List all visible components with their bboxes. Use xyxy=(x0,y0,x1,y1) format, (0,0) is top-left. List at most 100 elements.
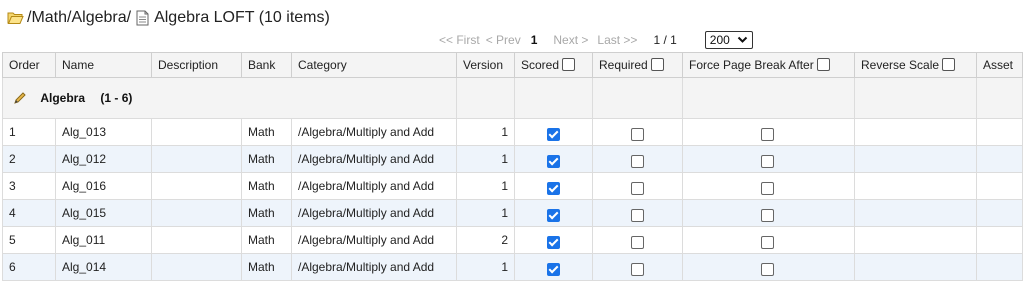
required-checkbox[interactable] xyxy=(631,128,644,142)
group-label: Algebra xyxy=(40,91,86,105)
pencil-edit-icon[interactable] xyxy=(13,91,27,105)
asset-cell xyxy=(976,172,1023,200)
pager-prev-link[interactable]: < Prev xyxy=(486,33,521,47)
name-cell[interactable]: Alg_016 xyxy=(55,172,152,200)
column-header-order[interactable]: Order xyxy=(2,52,56,78)
force-page-break-cell xyxy=(682,253,855,281)
description-cell xyxy=(151,199,242,227)
reverse-scale-cell xyxy=(854,199,977,227)
required-checkbox[interactable] xyxy=(631,182,644,196)
required-cell xyxy=(592,118,683,146)
scored-cell xyxy=(514,226,593,254)
required-cell xyxy=(592,253,683,281)
scored-checkbox[interactable] xyxy=(547,128,560,142)
group-range: (1 - 6) xyxy=(100,91,133,105)
document-icon xyxy=(136,10,149,26)
version-cell: 2 xyxy=(456,226,515,254)
reverse-scale-all-checkbox[interactable] xyxy=(942,58,956,71)
name-cell[interactable]: Alg_015 xyxy=(55,199,152,227)
scored-cell xyxy=(514,118,593,146)
scored-checkbox[interactable] xyxy=(547,182,560,196)
scored-checkbox[interactable] xyxy=(547,209,560,223)
table-row[interactable]: 3 Alg_016 Math/Algebra/Multiply and Add 1 xyxy=(2,172,1023,200)
force-page-break-checkbox[interactable] xyxy=(761,236,774,250)
force-page-break-all-checkbox[interactable] xyxy=(816,58,830,71)
table-row[interactable]: 1 Alg_013 Math/Algebra/Multiply and Add 1 xyxy=(2,118,1023,146)
table-row[interactable]: 2 Alg_012 Math/Algebra/Multiply and Add 1 xyxy=(2,145,1023,173)
group-row: Algebra (1 - 6) xyxy=(2,77,1023,119)
pager-current-page: 1 xyxy=(530,33,538,47)
column-header-name[interactable]: Name xyxy=(55,52,152,78)
required-checkbox[interactable] xyxy=(631,263,644,277)
category-cell: /Algebra/Multiply and Add xyxy=(291,253,457,281)
version-cell: 1 xyxy=(456,145,515,173)
force-page-break-checkbox[interactable] xyxy=(761,182,774,196)
scored-cell xyxy=(514,199,593,227)
description-cell xyxy=(151,118,242,146)
page-size-select[interactable]: 200 xyxy=(704,31,753,49)
breadcrumb-path[interactable]: /Math/Algebra/ xyxy=(27,9,131,27)
folder-open-icon[interactable] xyxy=(7,11,24,25)
column-header-bank[interactable]: Bank xyxy=(241,52,292,78)
group-cell-empty xyxy=(592,77,683,119)
scored-all-checkbox[interactable] xyxy=(562,58,576,71)
group-cell-empty xyxy=(976,77,1023,119)
column-header-version[interactable]: Version xyxy=(456,52,515,78)
reverse-scale-cell xyxy=(854,253,977,281)
required-cell xyxy=(592,172,683,200)
column-header-asset[interactable]: Asset xyxy=(976,52,1023,78)
table-row[interactable]: 5 Alg_011 Math/Algebra/Multiply and Add 2 xyxy=(2,226,1023,254)
asset-cell xyxy=(976,118,1023,146)
required-checkbox[interactable] xyxy=(631,209,644,223)
bank-cell: Math xyxy=(241,226,292,254)
pager-first-link[interactable]: << First xyxy=(439,33,480,47)
force-page-break-cell xyxy=(682,226,855,254)
scored-checkbox[interactable] xyxy=(547,155,560,169)
name-cell[interactable]: Alg_013 xyxy=(55,118,152,146)
column-header-reverse-scale-label: Reverse Scale xyxy=(861,58,940,72)
required-all-checkbox[interactable] xyxy=(650,58,664,71)
force-page-break-checkbox[interactable] xyxy=(761,155,774,169)
pager-page-count: 1 / 1 xyxy=(653,33,677,47)
scored-checkbox[interactable] xyxy=(547,263,560,277)
column-header-description[interactable]: Description xyxy=(151,52,242,78)
force-page-break-checkbox[interactable] xyxy=(761,209,774,223)
required-checkbox[interactable] xyxy=(631,155,644,169)
description-cell xyxy=(151,145,242,173)
required-cell xyxy=(592,199,683,227)
name-cell[interactable]: Alg_011 xyxy=(55,226,152,254)
version-cell: 1 xyxy=(456,172,515,200)
force-page-break-checkbox[interactable] xyxy=(761,263,774,277)
bank-cell: Math xyxy=(241,172,292,200)
scored-checkbox[interactable] xyxy=(547,236,560,250)
column-header-required: Required xyxy=(592,52,683,78)
table-row[interactable]: 4 Alg_015 Math/Algebra/Multiply and Add 1 xyxy=(2,199,1023,227)
reverse-scale-cell xyxy=(854,172,977,200)
description-cell xyxy=(151,253,242,281)
asset-cell xyxy=(976,145,1023,173)
asset-cell xyxy=(976,226,1023,254)
name-cell[interactable]: Alg_014 xyxy=(55,253,152,281)
group-cell-empty xyxy=(682,77,855,119)
column-header-category[interactable]: Category xyxy=(291,52,457,78)
name-cell[interactable]: Alg_012 xyxy=(55,145,152,173)
pager-last-link[interactable]: Last >> xyxy=(597,33,637,47)
column-header-force-page-break-label: Force Page Break After xyxy=(689,58,814,72)
required-checkbox[interactable] xyxy=(631,236,644,250)
version-cell: 1 xyxy=(456,253,515,281)
pager-next-link[interactable]: Next > xyxy=(553,33,588,47)
group-cell-empty xyxy=(854,77,977,119)
page-title: Algebra LOFT (10 items) xyxy=(154,9,330,26)
table-row[interactable]: 6 Alg_014 Math/Algebra/Multiply and Add 1 xyxy=(2,253,1023,281)
items-table: Order Name Description Bank Category Ver… xyxy=(2,52,1023,281)
force-page-break-checkbox[interactable] xyxy=(761,128,774,142)
group-cell-empty xyxy=(456,77,515,119)
pager: << First < Prev 1 Next > Last >> 1 / 1 2… xyxy=(439,30,753,50)
scored-cell xyxy=(514,172,593,200)
column-header-scored-label: Scored xyxy=(521,58,560,72)
version-cell: 1 xyxy=(456,199,515,227)
reverse-scale-cell xyxy=(854,226,977,254)
order-cell: 4 xyxy=(2,199,56,227)
category-cell: /Algebra/Multiply and Add xyxy=(291,118,457,146)
category-cell: /Algebra/Multiply and Add xyxy=(291,199,457,227)
